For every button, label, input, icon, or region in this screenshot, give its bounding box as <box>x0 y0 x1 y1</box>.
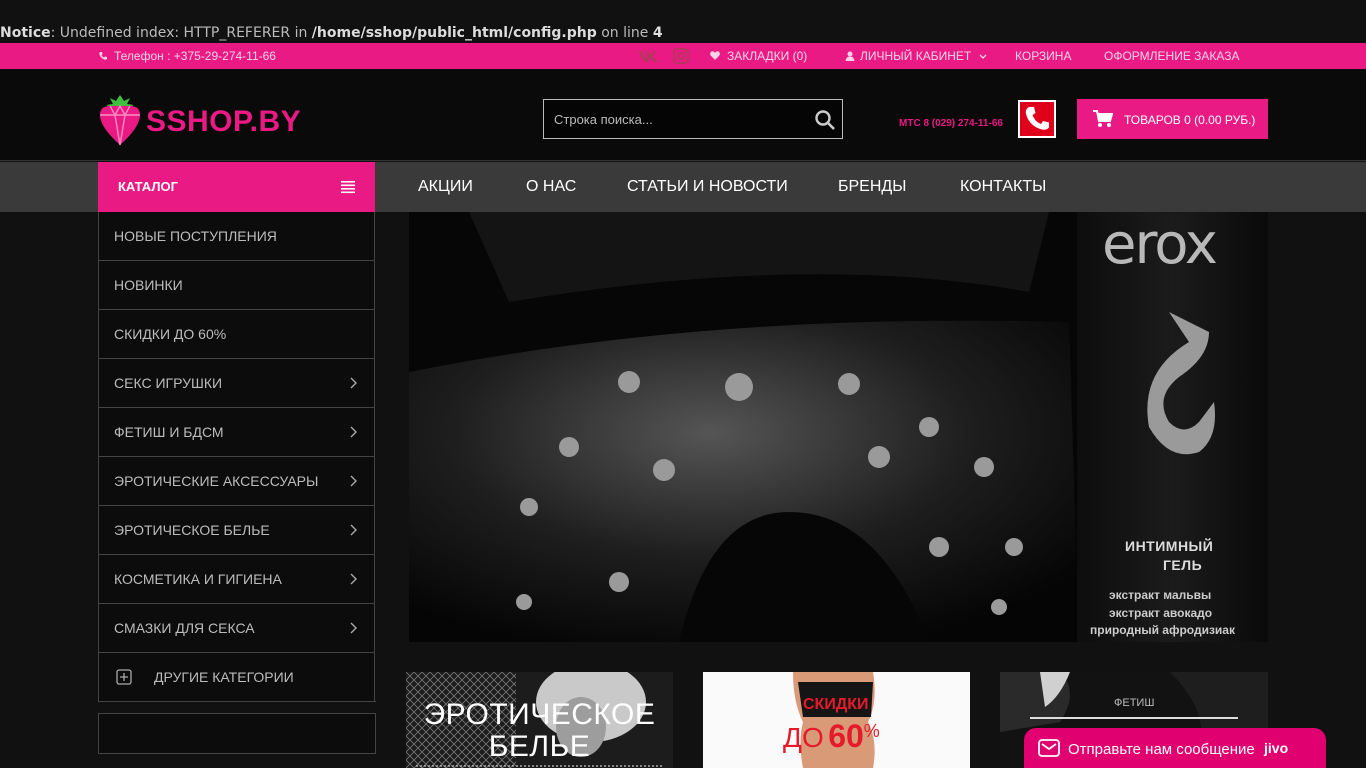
promo-lingerie-line2: БЕЛЬЕ <box>488 730 591 763</box>
promo-discount-title: СКИДКИ <box>803 696 869 713</box>
sidebar-item-label: ЭРОТИЧЕСКОЕ БЕЛЬЕ <box>114 522 270 538</box>
hero-banner[interactable]: erox ИНТИМНЫЙ ГЕЛЬ экстракт мальвы экстр… <box>409 212 1268 642</box>
sidebar-extra-block <box>98 713 376 754</box>
sidebar-item-label: СМАЗКИ ДЛЯ СЕКСА <box>114 620 255 636</box>
sidebar-item-label: ДРУГИЕ КАТЕГОРИИ <box>154 669 294 685</box>
promo-fetish-label: ФЕТИШ <box>1114 697 1155 709</box>
phone-icon <box>99 52 107 60</box>
chevron-right-icon <box>350 475 357 487</box>
sidebar-item-toys[interactable]: СЕКС ИГРУШКИ <box>98 359 375 408</box>
plus-square-icon <box>116 669 132 685</box>
chevron-down-icon <box>979 54 987 59</box>
sidebar-item-new-arrivals[interactable]: НОВЫЕ ПОСТУПЛЕНИЯ <box>98 212 375 261</box>
jivo-logo: jivo <box>1264 740 1289 756</box>
sidebar-item-lubricants[interactable]: СМАЗКИ ДЛЯ СЕКСА <box>98 604 375 653</box>
logo-text: SSHOP.BY <box>146 105 302 138</box>
chevron-right-icon <box>350 573 357 585</box>
sidebar-item-lingerie[interactable]: ЭРОТИЧЕСКОЕ БЕЛЬЕ <box>98 506 375 555</box>
promo-discount-prefix: ДО <box>783 722 824 753</box>
promo-discount-value: ДО 60% <box>783 718 880 755</box>
chevron-right-icon <box>350 524 357 536</box>
header: SSHOP.BY МТС 8 (029) 274-11-66 ТОВАРОВ 0… <box>0 69 1366 161</box>
chat-widget-text: Отправьте нам сообщение <box>1068 741 1255 758</box>
instagram-link[interactable] <box>673 43 689 69</box>
top-bar: Телефон : +375-29-274-11-66 ЗАКЛАДКИ (0)… <box>0 43 1366 69</box>
account-label: ЛИЧНЫЙ КАБИНЕТ <box>860 49 972 63</box>
phone-icon <box>1025 107 1049 130</box>
sidebar-item-fetish[interactable]: ФЕТИШ И БДСМ <box>98 408 375 457</box>
sidebar-item-label: СКИДКИ ДО 60% <box>114 326 227 342</box>
menu-icon <box>341 181 355 194</box>
nav-item-promotions[interactable]: АКЦИИ <box>418 178 473 196</box>
sidebar-item-novelties[interactable]: НОВИНКИ <box>98 261 375 310</box>
nav-item-brands[interactable]: БРЕНДЫ <box>838 178 906 196</box>
sidebar-divider <box>98 701 376 702</box>
sidebar-item-label: КОСМЕТИКА И ГИГИЕНА <box>114 571 282 587</box>
topbar-phone-text: Телефон : +375-29-274-11-66 <box>114 49 276 63</box>
banner-brand: erox <box>1102 212 1218 277</box>
checkout-link[interactable]: ОФОРМЛЕНИЕ ЗАКАЗА <box>1104 43 1240 69</box>
catalog-button[interactable]: КАТАЛОГ <box>98 162 375 212</box>
promo-lingerie[interactable]: ЭРОТИЧЕСКОЕ БЕЛЬЕ <box>406 672 673 768</box>
sidebar-item-accessories[interactable]: ЭРОТИЧЕСКИЕ АКСЕССУАРЫ <box>98 457 375 506</box>
cart-button[interactable]: ТОВАРОВ 0 (0.00 РУБ.) <box>1077 99 1268 139</box>
promo-discounts[interactable]: СКИДКИ ДО 60% <box>703 672 970 768</box>
notice-online: on line <box>596 25 653 41</box>
main-nav: КАТАЛОГ АКЦИИ О НАС СТАТЬИ И НОВОСТИ БРЕ… <box>0 162 1366 212</box>
nav-item-articles[interactable]: СТАТЬИ И НОВОСТИ <box>627 178 788 196</box>
user-icon <box>845 51 855 61</box>
chat-widget[interactable]: Отправьте нам сообщение jivo <box>1024 728 1326 768</box>
vk-link[interactable] <box>638 43 660 69</box>
sidebar-item-cosmetics[interactable]: КОСМЕТИКА И ГИГИЕНА <box>98 555 375 604</box>
nav-item-contacts[interactable]: КОНТАКТЫ <box>960 178 1046 196</box>
sidebar-item-other-categories[interactable]: ДРУГИЕ КАТЕГОРИИ <box>98 653 375 702</box>
notice-message: : Undefined index: HTTP_REFERER in <box>50 25 312 41</box>
nav-item-about[interactable]: О НАС <box>526 178 576 196</box>
notice-path: /home/sshop/public_html/config.php <box>311 25 597 41</box>
notice-label: Notice <box>0 25 51 41</box>
cart-icon <box>1093 110 1113 127</box>
sidebar-item-label: НОВЫЕ ПОСТУПЛЕНИЯ <box>114 228 277 244</box>
chevron-right-icon <box>350 377 357 389</box>
promo-discount-number: 60 <box>828 718 864 754</box>
instagram-icon <box>673 48 689 64</box>
search-input[interactable] <box>544 100 804 138</box>
category-sidebar: НОВЫЕ ПОСТУПЛЕНИЯ НОВИНКИ СКИДКИ ДО 60% … <box>98 212 375 702</box>
sidebar-item-label: ФЕТИШ И БДСМ <box>114 424 224 440</box>
chevron-right-icon <box>350 426 357 438</box>
sidebar-item-label: СЕКС ИГРУШКИ <box>114 375 223 391</box>
mail-icon <box>1038 739 1060 757</box>
sidebar-item-label: ЭРОТИЧЕСКИЕ АКСЕССУАРЫ <box>114 473 319 489</box>
sidebar-item-label: НОВИНКИ <box>114 277 183 293</box>
topbar-phone[interactable]: Телефон : +375-29-274-11-66 <box>98 43 276 69</box>
bookmarks-label: ЗАКЛАДКИ (0) <box>727 49 808 63</box>
banner-line1: ИНТИМНЫЙ <box>1125 538 1214 554</box>
php-notice: Notice: Undefined index: HTTP_REFERER in… <box>0 24 663 42</box>
chevron-right-icon <box>350 622 357 634</box>
account-link[interactable]: ЛИЧНЫЙ КАБИНЕТ <box>845 43 987 69</box>
catalog-label: КАТАЛОГ <box>118 179 178 194</box>
cart-label: ТОВАРОВ 0 (0.00 РУБ.) <box>1124 113 1256 127</box>
search-icon[interactable] <box>814 109 836 131</box>
banner-line5: природный афродизиак <box>1090 623 1235 637</box>
promo-discount-percent: % <box>863 721 880 741</box>
notice-line: 4 <box>652 25 663 41</box>
mts-phone[interactable]: МТС 8 (029) 274-11-66 <box>899 118 1003 129</box>
vk-icon <box>639 51 658 62</box>
bookmarks-link[interactable]: ЗАКЛАДКИ (0) <box>709 43 807 69</box>
banner-line2: ГЕЛЬ <box>1163 557 1203 573</box>
sidebar-item-discounts[interactable]: СКИДКИ ДО 60% <box>98 310 375 359</box>
banner-line4: экстракт авокадо <box>1109 606 1213 620</box>
search-box <box>543 99 843 139</box>
heart-icon <box>710 51 720 60</box>
banner-line3: экстракт мальвы <box>1109 588 1212 602</box>
strawberry-diamond-icon <box>100 95 140 146</box>
call-button[interactable] <box>1018 100 1056 138</box>
promo-lingerie-line1: ЭРОТИЧЕСКОЕ <box>423 698 656 731</box>
cart-link[interactable]: КОРЗИНА <box>1015 43 1071 69</box>
